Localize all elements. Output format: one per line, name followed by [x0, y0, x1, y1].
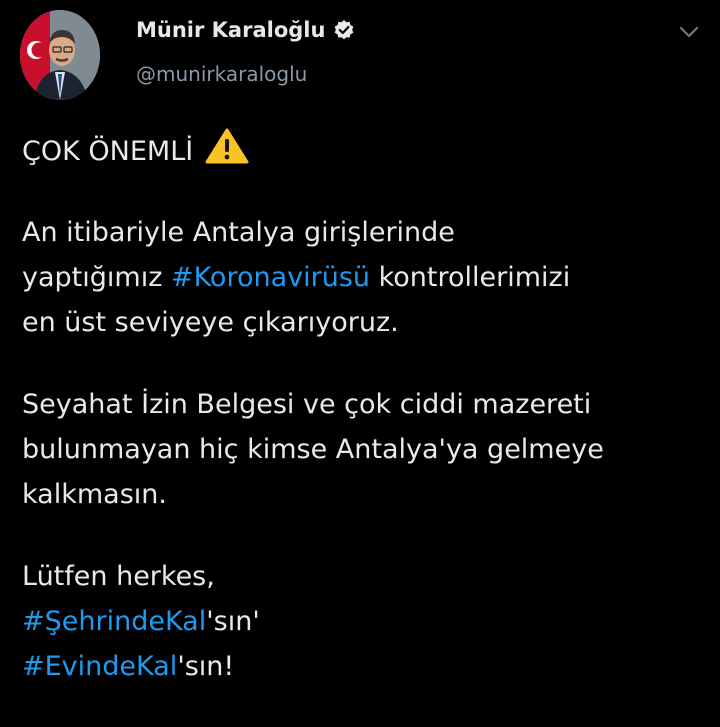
tweet-line: yaptığımız #Koronavirüsü kontrollerimizi — [22, 255, 702, 300]
tweet-line: en üst seviyeye çıkarıyoruz. — [22, 307, 399, 338]
tweet-headline: ÇOK ÖNEMLİ — [22, 136, 194, 167]
tweet-line: #ŞehrindeKal'sın' — [22, 599, 702, 644]
tweet-line: Lütfen herkes, — [22, 561, 215, 592]
tweet-text-segment: kontrollerimizi — [370, 262, 571, 293]
tweet-text-segment: 'sın' — [206, 606, 260, 637]
author-display-name[interactable]: Münir Karaloğlu — [136, 18, 325, 42]
tweet-line: #EvindeKal'sın! — [22, 644, 702, 689]
author-handle[interactable]: @munirkaraloglu — [136, 62, 307, 86]
hashtag-koronavirusu[interactable]: #Koronavirüsü — [171, 262, 370, 293]
verified-badge-icon — [333, 19, 355, 41]
tweet-text-segment: yaptığımız — [22, 262, 171, 293]
author-name-row[interactable]: Münir Karaloğlu — [136, 18, 355, 42]
tweet-line: Seyahat İzin Belgesi ve çok ciddi mazere… — [22, 389, 592, 420]
tweet-line: An itibariyle Antalya girişlerinde — [22, 217, 455, 248]
tweet-text: ÇOK ÖNEMLİ An itibariyle Antalya girişle… — [22, 128, 702, 689]
tweet-line: kalkmasın. — [22, 479, 167, 510]
tweet-text-segment: 'sın! — [177, 651, 235, 682]
hashtag-sehrindekal[interactable]: #ŞehrindeKal — [22, 606, 206, 637]
chevron-down-icon[interactable] — [676, 22, 702, 42]
tweet-headline-line: ÇOK ÖNEMLİ — [22, 128, 702, 173]
profile-photo-avatar — [20, 10, 100, 100]
hashtag-evindekal[interactable]: #EvindeKal — [22, 651, 177, 682]
warning-icon — [205, 128, 249, 178]
avatar[interactable] — [20, 10, 100, 100]
tweet-line: bulunmayan hiç kimse Antalya'ya gelmeye — [22, 434, 604, 465]
